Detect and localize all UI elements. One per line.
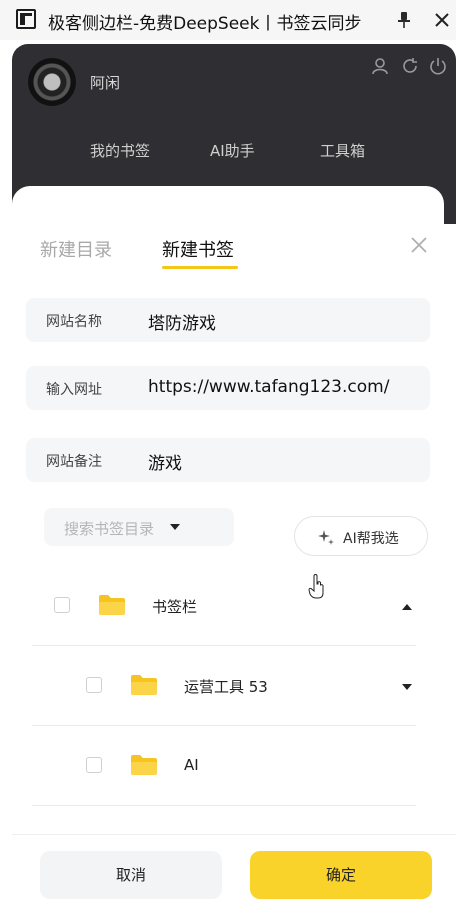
new-bookmark-panel: 新建目录 新建书签 网站名称 塔防游戏 输入网址 https://www.taf…: [12, 186, 444, 834]
list-item-ops-tools[interactable]: 运营工具 53: [32, 646, 416, 726]
active-tab-indicator: [162, 266, 238, 269]
folder-icon: [131, 755, 157, 775]
tree-label: 书签栏: [152, 598, 198, 616]
ai-pick-label: AI帮我选: [343, 531, 399, 547]
window-title: 极客侧边栏-免费DeepSeek丨书签云同步: [48, 14, 362, 34]
tab-toolbox[interactable]: 工具箱: [320, 140, 365, 161]
sparkle-icon: [318, 530, 334, 545]
chevron-down-icon: [170, 524, 180, 530]
close-panel-icon[interactable]: [408, 234, 430, 256]
checkbox[interactable]: [54, 597, 70, 613]
url-field[interactable]: 输入网址 https://www.tafang123.com/: [26, 366, 430, 410]
close-window-icon[interactable]: [432, 10, 452, 30]
user-icon[interactable]: [370, 56, 390, 76]
site-name-label: 网站名称: [46, 314, 102, 330]
sync-icon[interactable]: [400, 56, 420, 76]
tree-label: 运营工具 53: [184, 678, 268, 696]
checkbox[interactable]: [86, 757, 102, 773]
checkbox[interactable]: [86, 677, 102, 693]
note-field[interactable]: 网站备注 游戏: [26, 438, 430, 482]
footer-actions: 取消 确定: [12, 834, 456, 924]
avatar[interactable]: [28, 58, 76, 106]
username: 阿闲: [90, 74, 121, 92]
hand-cursor-icon: [308, 574, 324, 599]
cancel-button[interactable]: 取消: [40, 851, 222, 899]
app-logo-icon: [16, 9, 36, 29]
tree-label: AI: [184, 756, 199, 774]
chevron-down-icon[interactable]: [402, 684, 412, 690]
tab-new-folder[interactable]: 新建目录: [40, 236, 112, 262]
ai-pick-button[interactable]: AI帮我选: [294, 516, 428, 556]
url-label: 输入网址: [46, 382, 102, 398]
confirm-button[interactable]: 确定: [250, 851, 432, 899]
directory-search-placeholder: 搜索书签目录: [64, 520, 155, 538]
directory-search-select[interactable]: 搜索书签目录: [44, 508, 234, 546]
tab-new-bookmark[interactable]: 新建书签: [162, 236, 234, 262]
tab-ai-assistant[interactable]: AI助手: [210, 140, 255, 161]
url-value[interactable]: https://www.tafang123.com/: [148, 377, 389, 397]
window-titlebar: 极客侧边栏-免费DeepSeek丨书签云同步: [0, 0, 456, 40]
list-item-ai[interactable]: AI: [32, 726, 416, 806]
note-value[interactable]: 游戏: [148, 449, 182, 474]
folder-icon: [131, 675, 157, 695]
list-item-bookmarks-bar[interactable]: 书签栏: [32, 566, 416, 646]
chevron-up-icon[interactable]: [402, 604, 412, 610]
power-icon[interactable]: [428, 56, 448, 76]
site-name-value[interactable]: 塔防游戏: [148, 309, 216, 334]
tab-my-bookmarks[interactable]: 我的书签: [90, 140, 150, 161]
site-name-field[interactable]: 网站名称 塔防游戏: [26, 298, 430, 342]
note-label: 网站备注: [46, 454, 102, 470]
folder-icon: [99, 595, 125, 615]
pin-icon[interactable]: [394, 10, 414, 30]
